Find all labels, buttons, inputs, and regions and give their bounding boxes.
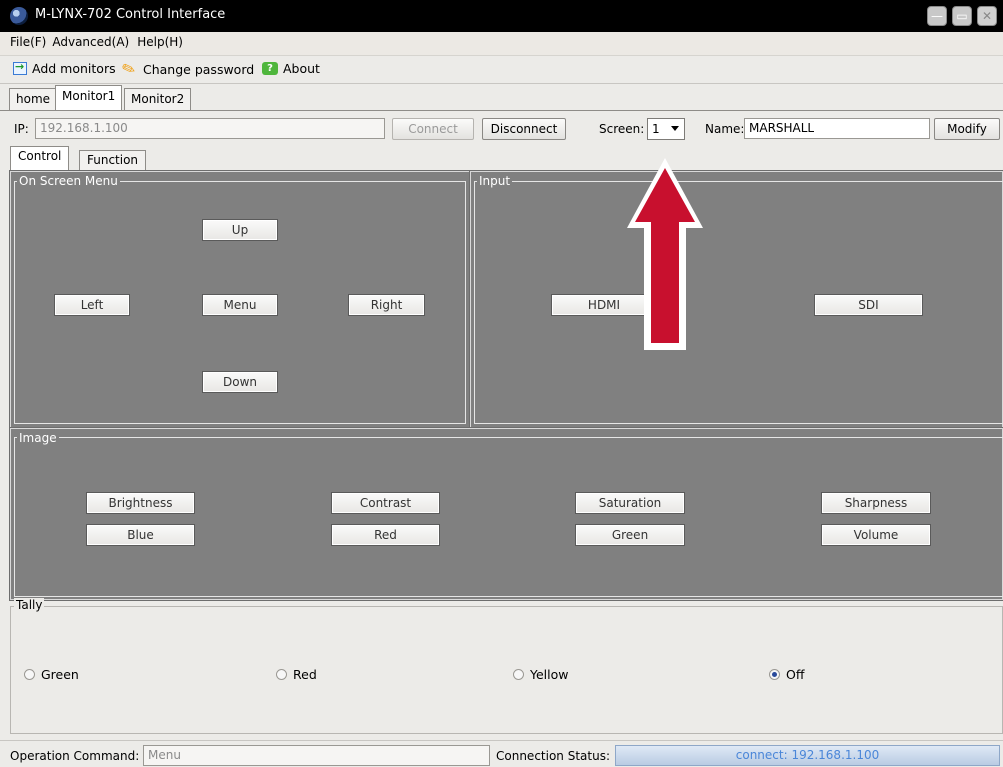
disconnect-button[interactable]: Disconnect <box>482 118 566 140</box>
tally-yellow-label: Yellow <box>530 667 569 682</box>
tab-control[interactable]: Control <box>10 146 70 171</box>
image-title: Image <box>17 431 59 445</box>
chevron-down-icon <box>671 126 679 131</box>
ip-label: IP: <box>14 122 29 136</box>
contrast-button[interactable]: Contrast <box>331 492 440 514</box>
green-button[interactable]: Green <box>575 524 685 546</box>
name-field[interactable]: MARSHALL <box>744 118 930 139</box>
left-button[interactable]: Left <box>54 294 130 316</box>
modify-button[interactable]: Modify <box>934 118 1000 140</box>
app-logo-icon <box>10 7 28 25</box>
close-button[interactable]: ✕ <box>977 6 997 26</box>
add-monitor-icon <box>13 60 27 75</box>
osm-title: On Screen Menu <box>17 174 120 188</box>
tally-off-label: Off <box>786 667 805 682</box>
toolbar: Add monitors ✎ Change password ? About <box>0 56 1003 84</box>
up-button[interactable]: Up <box>202 219 278 241</box>
tally-yellow-radio[interactable]: Yellow <box>513 667 568 682</box>
add-monitors-button[interactable]: Add monitors <box>13 60 116 76</box>
tally-title: Tally <box>14 598 45 612</box>
minimize-button[interactable]: — <box>927 6 947 26</box>
saturation-button[interactable]: Saturation <box>575 492 685 514</box>
right-button[interactable]: Right <box>348 294 425 316</box>
radio-icon <box>513 669 524 680</box>
ip-field[interactable]: 192.168.1.100 <box>35 118 385 139</box>
menu-help[interactable]: Help(H) <box>131 32 185 49</box>
pencil-icon: ✎ <box>119 57 139 81</box>
about-label: About <box>283 61 320 76</box>
radio-selected-icon <box>769 669 780 680</box>
window-title: M-LYNX-702 Control Interface <box>35 7 226 22</box>
connection-status-label: Connection Status: <box>496 749 610 763</box>
menu-bar: File(F) Advanced(A) Help(H) <box>0 32 1003 56</box>
status-bar: Operation Command: Menu Connection Statu… <box>0 740 1003 767</box>
help-bubble-icon: ? <box>262 62 278 75</box>
osm-panel: On Screen Menu Up Left Menu Right Down <box>9 170 471 429</box>
operation-command-field: Menu <box>143 745 490 766</box>
red-button[interactable]: Red <box>331 524 440 546</box>
connection-status-bar: connect: 192.168.1.100 <box>615 745 1000 766</box>
change-password-label: Change password <box>143 61 255 77</box>
sharpness-button[interactable]: Sharpness <box>821 492 931 514</box>
input-title: Input <box>477 174 513 188</box>
tally-off-radio[interactable]: Off <box>769 667 804 682</box>
radio-icon <box>276 669 287 680</box>
maximize-button[interactable]: ▭ <box>952 6 972 26</box>
change-password-button[interactable]: ✎ Change password <box>119 57 255 81</box>
tally-green-label: Green <box>41 667 79 682</box>
about-button[interactable]: ? About <box>262 61 320 76</box>
input-panel: Input HDMI SDI <box>469 170 1003 429</box>
down-button[interactable]: Down <box>202 371 278 393</box>
tally-green-radio[interactable]: Green <box>24 667 79 682</box>
menu-button[interactable]: Menu <box>202 294 278 316</box>
title-bar: M-LYNX-702 Control Interface — ▭ ✕ <box>0 0 1003 32</box>
tally-red-radio[interactable]: Red <box>276 667 317 682</box>
tally-red-label: Red <box>293 667 317 682</box>
radio-icon <box>24 669 35 680</box>
sdi-button[interactable]: SDI <box>814 294 923 316</box>
screen-label: Screen: <box>599 122 645 136</box>
tab-function[interactable]: Function <box>79 150 147 170</box>
tab-home[interactable]: home <box>9 88 58 110</box>
tally-group <box>10 606 1003 734</box>
tab-monitor1[interactable]: Monitor1 <box>55 85 123 111</box>
add-monitors-label: Add monitors <box>32 61 116 76</box>
menu-advanced[interactable]: Advanced(A) <box>48 32 131 49</box>
menu-file[interactable]: File(F) <box>0 32 48 49</box>
volume-button[interactable]: Volume <box>821 524 931 546</box>
screen-select[interactable]: 1 <box>647 118 685 140</box>
operation-command-label: Operation Command: <box>10 749 140 763</box>
image-panel: Image Brightness Contrast Saturation Sha… <box>9 427 1003 601</box>
name-label: Name: <box>705 122 745 136</box>
connect-button[interactable]: Connect <box>392 118 474 140</box>
screen-select-value: 1 <box>652 122 660 136</box>
annotation-arrow-up-icon <box>627 158 703 350</box>
blue-button[interactable]: Blue <box>86 524 195 546</box>
brightness-button[interactable]: Brightness <box>86 492 195 514</box>
tab-monitor2[interactable]: Monitor2 <box>124 88 192 110</box>
tab-divider <box>0 110 1003 111</box>
